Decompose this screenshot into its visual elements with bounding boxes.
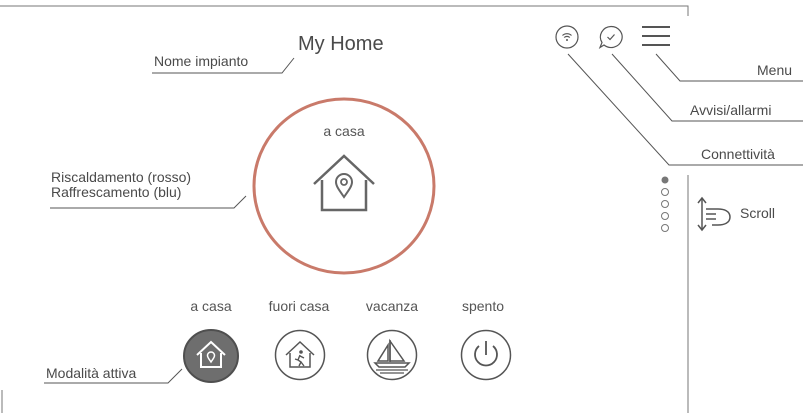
main-mode-display[interactable]: a casa [252, 97, 436, 275]
house-location-icon [313, 154, 375, 212]
sailboat-icon [373, 338, 411, 374]
mode-button-vacanza[interactable] [366, 329, 418, 381]
callout-menu: Menu [757, 62, 793, 78]
callout-system-name: Nome impianto [154, 53, 249, 69]
mode-label-vacanza: vacanza [365, 298, 419, 314]
callout-connectivity: Connettività [701, 146, 775, 162]
callout-alerts: Avvisi/allarmi [690, 102, 772, 118]
person-leaving-house-icon [285, 340, 315, 368]
mode-label-fuori-casa: fuori casa [268, 298, 330, 314]
callout-active-mode: Modalità attiva [46, 365, 137, 381]
mode-label-spento: spento [461, 298, 505, 314]
mode-label-a-casa: a casa [190, 298, 232, 314]
callout-scroll: Scroll [740, 205, 776, 221]
callout-cooling: Raffrescamento (blu) [51, 184, 182, 200]
main-mode-label: a casa [323, 123, 365, 139]
scroll-gesture-icon [694, 195, 734, 233]
pagination-dots[interactable] [660, 175, 670, 245]
system-name-title: My Home [298, 33, 384, 55]
chat-check-icon[interactable] [598, 25, 624, 49]
mode-button-fuori-casa[interactable] [274, 329, 326, 381]
wifi-icon[interactable] [555, 25, 579, 49]
mode-button-a-casa[interactable] [183, 329, 239, 383]
power-icon [474, 341, 498, 367]
hamburger-menu-icon[interactable] [642, 26, 670, 48]
mode-button-spento[interactable] [460, 329, 512, 381]
callout-heating: Riscaldamento (rosso) [51, 169, 192, 185]
